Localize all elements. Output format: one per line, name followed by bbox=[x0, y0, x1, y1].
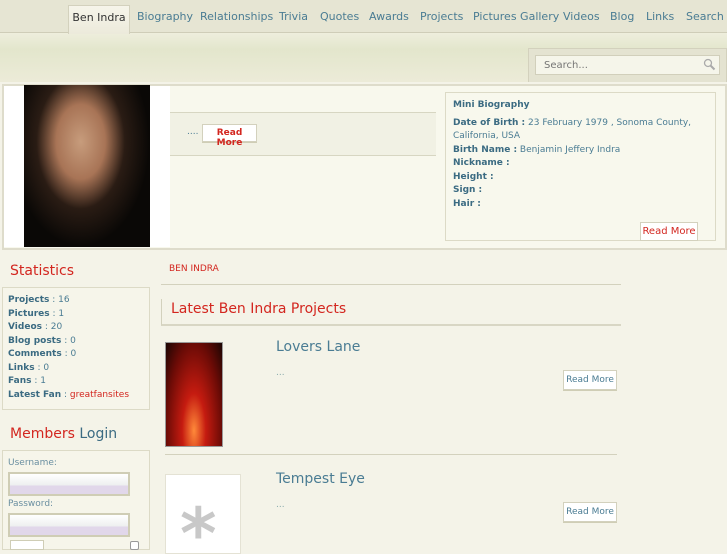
nav-videos[interactable]: Videos bbox=[563, 10, 600, 23]
dob-row-cont: California, USA bbox=[453, 131, 521, 141]
magnifier-icon[interactable] bbox=[703, 58, 716, 71]
stat-blog-posts: Blog posts : 0 bbox=[8, 336, 76, 346]
height-row: Height : bbox=[453, 172, 494, 182]
nav-tab-label: Ben Indra bbox=[72, 11, 126, 24]
username-input[interactable] bbox=[8, 472, 130, 496]
nav-quotes[interactable]: Quotes bbox=[320, 10, 359, 23]
intro-dots: .... bbox=[187, 127, 199, 137]
nav-search[interactable]: Search bbox=[686, 10, 724, 23]
nav-trivia[interactable]: Trivia bbox=[279, 10, 308, 23]
password-input[interactable] bbox=[8, 513, 130, 537]
sign-row: Sign : bbox=[453, 185, 483, 195]
remember-me-checkbox[interactable] bbox=[130, 541, 139, 550]
lovers-lane-poster[interactable] bbox=[165, 342, 223, 447]
stat-projects: Projects : 16 bbox=[8, 295, 70, 305]
stat-fans: Fans : 1 bbox=[8, 376, 46, 386]
intro-read-more-button[interactable]: Read More bbox=[202, 124, 257, 148]
login-button[interactable] bbox=[10, 540, 44, 550]
nav-relationships[interactable]: Relationships bbox=[200, 10, 273, 23]
nav-tab-ben-indra[interactable]: Ben Indra bbox=[68, 5, 130, 34]
latest-fan-link[interactable]: greatfansites bbox=[70, 390, 129, 400]
projects-heading: Latest Ben Indra Projects bbox=[171, 301, 347, 317]
mini-bio-read-more-button[interactable]: Read More bbox=[640, 222, 698, 241]
project-excerpt: ... bbox=[276, 368, 285, 378]
search-input[interactable] bbox=[535, 55, 720, 75]
password-label: Password: bbox=[8, 499, 54, 509]
stat-pictures: Pictures : 1 bbox=[8, 309, 65, 319]
project-excerpt: ... bbox=[276, 500, 285, 510]
stat-comments: Comments : 0 bbox=[8, 349, 77, 359]
breadcrumb: BEN INDRA bbox=[169, 264, 219, 274]
hair-row: Hair : bbox=[453, 199, 481, 209]
placeholder-image[interactable]: * bbox=[165, 474, 241, 554]
divider bbox=[161, 284, 621, 285]
nav-links[interactable]: Links bbox=[646, 10, 674, 23]
dob-row: Date of Birth : 23 February 1979 , Sonom… bbox=[453, 118, 692, 128]
nav-pictures-gallery[interactable]: Pictures Gallery bbox=[473, 10, 559, 23]
stat-videos: Videos : 20 bbox=[8, 322, 63, 332]
members-login-heading: Members Login bbox=[10, 426, 118, 442]
divider bbox=[165, 454, 617, 455]
nav-awards[interactable]: Awards bbox=[369, 10, 409, 23]
stat-links: Links : 0 bbox=[8, 363, 50, 373]
project-title[interactable]: Lovers Lane bbox=[276, 339, 360, 355]
project-read-more-button[interactable]: Read More bbox=[563, 370, 617, 390]
nav-biography[interactable]: Biography bbox=[137, 10, 193, 23]
project-read-more-button[interactable]: Read More bbox=[563, 502, 617, 522]
nickname-row: Nickname : bbox=[453, 158, 510, 168]
profile-photo bbox=[24, 85, 150, 247]
project-title[interactable]: Tempest Eye bbox=[276, 471, 365, 487]
birth-name-row: Birth Name : Benjamin Jeffery Indra bbox=[453, 145, 621, 155]
username-label: Username: bbox=[8, 458, 57, 468]
mini-bio-title: Mini Biography bbox=[453, 100, 530, 110]
stat-latest-fan: Latest Fan : greatfansites bbox=[8, 390, 130, 400]
nav-projects[interactable]: Projects bbox=[420, 10, 463, 23]
statistics-heading: Statistics bbox=[10, 263, 74, 279]
nav-blog[interactable]: Blog bbox=[610, 10, 634, 23]
